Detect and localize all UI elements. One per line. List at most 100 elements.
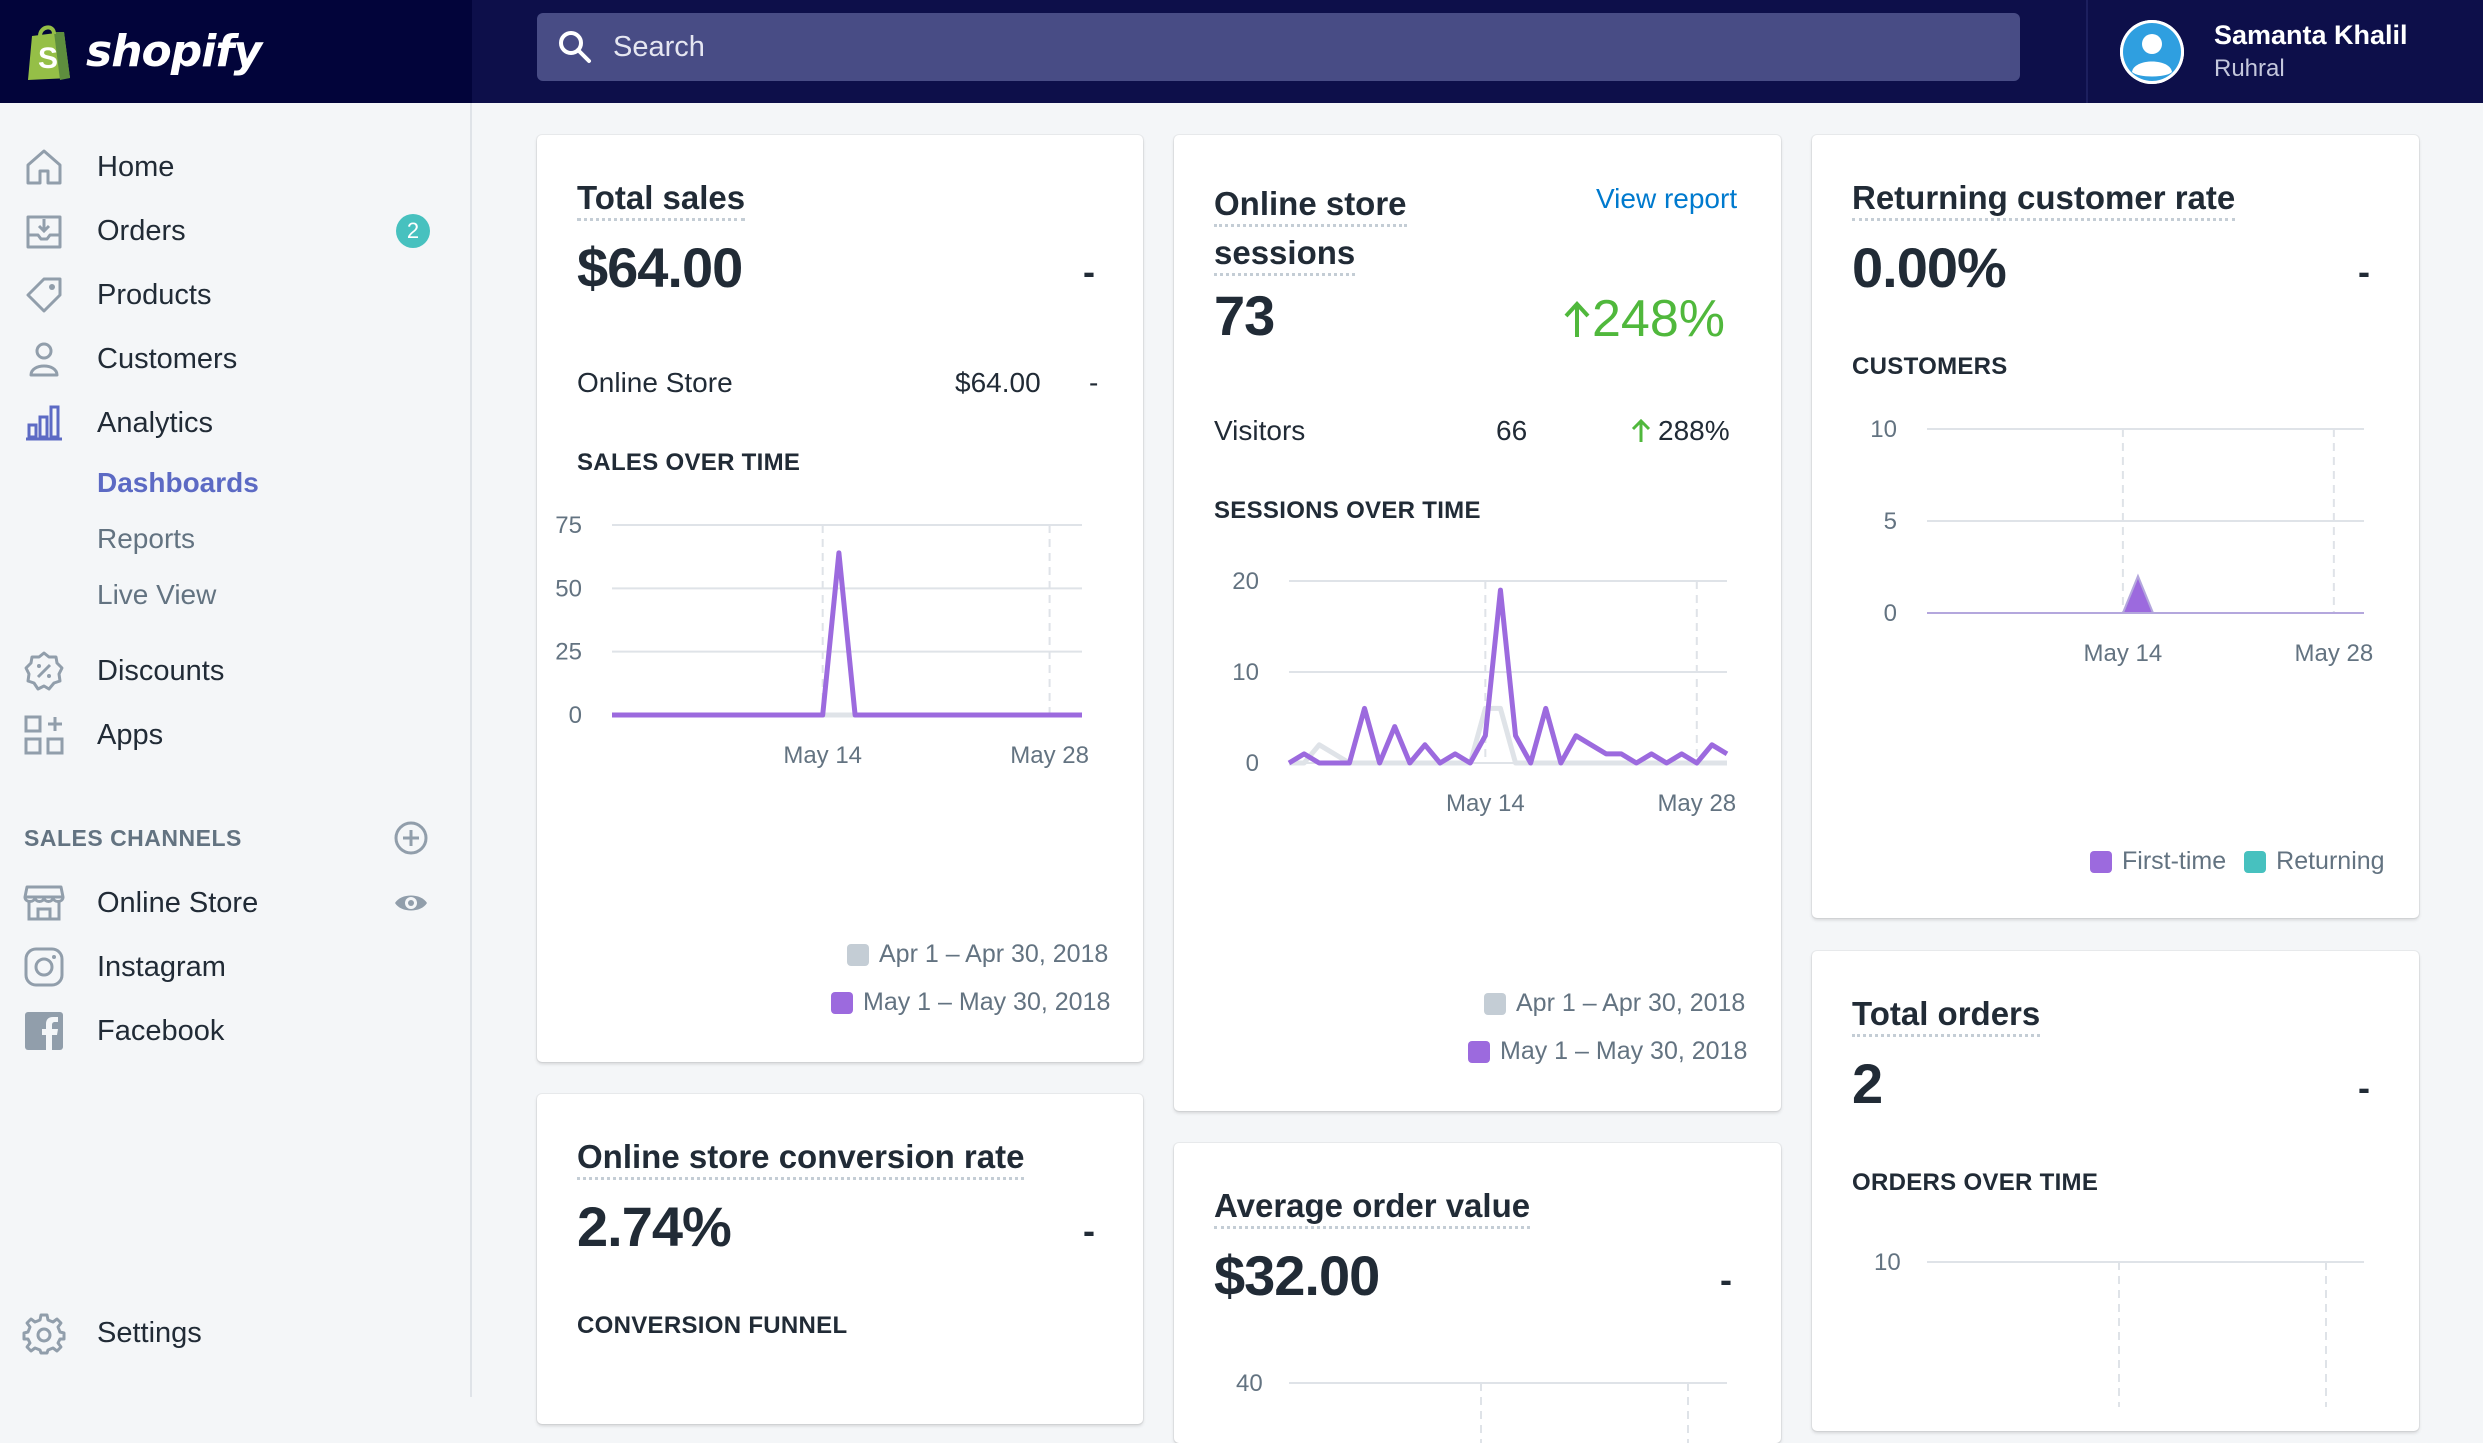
y-tick-label: 0 bbox=[569, 702, 582, 729]
orders-over-time-heading: ORDERS OVER TIME bbox=[1852, 1169, 2099, 1196]
total-sales-title[interactable]: Total sales bbox=[577, 179, 746, 221]
total-orders-card: Total orders 2 - ORDERS OVER TIME 10 bbox=[1812, 951, 2419, 1431]
sidebar-item-apps[interactable]: Apps bbox=[0, 707, 470, 763]
online-store-label: Online Store bbox=[577, 367, 733, 398]
total-sales-change: - bbox=[1083, 251, 1095, 292]
view-report-link[interactable]: View report bbox=[1596, 183, 1737, 215]
sidebar-subitem-dashboards[interactable]: Dashboards bbox=[0, 455, 470, 511]
sales-channels-heading: SALES CHANNELS bbox=[24, 825, 242, 851]
search-bar[interactable]: Search bbox=[537, 13, 2020, 81]
sidebar-item-label: Online Store bbox=[97, 886, 259, 919]
sidebar-item-label: Settings bbox=[97, 1316, 202, 1349]
orders-chart-stub: 10 bbox=[1874, 1249, 2364, 1407]
sidebar-subitem-label: Live View bbox=[97, 579, 217, 610]
y-tick-label: 75 bbox=[555, 512, 582, 539]
sidebar-item-label: Customers bbox=[97, 342, 238, 375]
legend-swatch-first-time bbox=[2090, 850, 2112, 873]
y-tick-label: 10 bbox=[1870, 416, 1897, 443]
x-tick-label: May 14 bbox=[1446, 790, 1525, 817]
aov-value: $32.00 bbox=[1214, 1244, 1380, 1307]
total-sales-value: $64.00 bbox=[577, 236, 743, 299]
user-menu[interactable]: Samanta Khalil Ruhral bbox=[2086, 0, 2483, 103]
search-placeholder: Search bbox=[613, 30, 705, 63]
shopify-bag-icon: S bbox=[28, 25, 70, 80]
arrow-up-icon bbox=[1564, 301, 1590, 337]
legend-label: May 1 – May 30, 2018 bbox=[1500, 1037, 1748, 1065]
sidebar-item-online-store[interactable]: Online Store bbox=[0, 875, 470, 931]
arrow-up-icon bbox=[1631, 418, 1651, 442]
total-orders-change: - bbox=[2358, 1067, 2370, 1108]
visitors-value: 66 bbox=[1496, 415, 1528, 446]
sidebar-item-orders[interactable]: Orders 2 bbox=[0, 203, 470, 259]
y-tick-label: 10 bbox=[1874, 1249, 1901, 1276]
sidebar-item-settings[interactable]: Settings bbox=[0, 1305, 470, 1361]
sidebar-item-discounts[interactable]: Discounts bbox=[0, 643, 470, 699]
legend-swatch-previous bbox=[1484, 992, 1506, 1015]
y-tick-label: 25 bbox=[555, 639, 582, 666]
sidebar-item-home[interactable]: Home bbox=[0, 139, 470, 195]
sidebar: Home Orders 2 Products Customers Analyti… bbox=[0, 103, 472, 1397]
x-tick-label: May 28 bbox=[1010, 742, 1089, 769]
y-tick-label: 50 bbox=[555, 575, 582, 602]
orders-count-badge: 2 bbox=[396, 214, 430, 248]
sidebar-item-label: Home bbox=[97, 150, 175, 183]
customers-legend: First-time Returning bbox=[2090, 847, 2385, 876]
aov-title[interactable]: Average order value bbox=[1214, 1187, 1531, 1229]
customer-icon bbox=[29, 342, 59, 377]
facebook-icon bbox=[25, 1012, 63, 1050]
sales-over-time-heading: SALES OVER TIME bbox=[577, 449, 801, 476]
aov-change: - bbox=[1720, 1259, 1732, 1300]
sidebar-subitem-live-view[interactable]: Live View bbox=[0, 567, 470, 623]
add-channel-icon[interactable] bbox=[392, 819, 430, 857]
apps-icon bbox=[24, 715, 64, 755]
sidebar-item-label: Discounts bbox=[97, 654, 225, 687]
sidebar-item-facebook[interactable]: Facebook bbox=[0, 1003, 470, 1059]
conversion-funnel-heading: CONVERSION FUNNEL bbox=[577, 1312, 848, 1339]
legend-label: First-time bbox=[2122, 847, 2227, 875]
shop-name: Ruhral bbox=[2214, 55, 2285, 82]
legend-previous: Apr 1 – Apr 30, 2018 bbox=[847, 940, 1108, 969]
returning-title[interactable]: Returning customer rate bbox=[1852, 179, 2236, 221]
total-orders-title[interactable]: Total orders bbox=[1852, 995, 2041, 1037]
orders-icon bbox=[26, 215, 62, 249]
x-tick-label: May 14 bbox=[2084, 640, 2163, 667]
top-bar: S shopify Search Samanta Khalil Ruhral bbox=[0, 0, 2483, 103]
sidebar-item-products[interactable]: Products bbox=[0, 267, 470, 323]
y-tick-label: 0 bbox=[1884, 600, 1897, 627]
legend-label: Apr 1 – Apr 30, 2018 bbox=[1516, 989, 1746, 1017]
sessions-value: 73 bbox=[1214, 284, 1275, 347]
conversion-title[interactable]: Online store conversion rate bbox=[577, 1138, 1025, 1180]
sidebar-item-instagram[interactable]: Instagram bbox=[0, 939, 470, 995]
returning-change: - bbox=[2358, 251, 2370, 292]
search-icon bbox=[559, 31, 591, 63]
sidebar-subitem-label: Dashboards bbox=[97, 467, 259, 498]
visitors-growth-value: 288% bbox=[1658, 415, 1730, 446]
y-tick-label: 5 bbox=[1884, 508, 1897, 535]
x-tick-label: May 28 bbox=[2295, 640, 2374, 667]
y-tick-label: 40 bbox=[1236, 1370, 1263, 1397]
conversion-value: 2.74% bbox=[577, 1195, 732, 1258]
gear-icon bbox=[22, 1313, 66, 1355]
sales-over-time-chart: 0 25 50 75 May 14 May 28 bbox=[555, 512, 1089, 769]
sidebar-item-label: Analytics bbox=[97, 406, 214, 439]
visitors-growth: 288% bbox=[1630, 415, 1730, 447]
returning-customer-rate-card: Returning customer rate 0.00% - CUSTOMER… bbox=[1812, 135, 2419, 918]
sidebar-subitem-reports[interactable]: Reports bbox=[0, 511, 470, 567]
sessions-title[interactable]: Online store sessions bbox=[1214, 179, 1407, 277]
sessions-growth-value: 248% bbox=[1592, 290, 1725, 348]
online-store-change: - bbox=[1089, 367, 1099, 398]
sessions-over-time-chart: 0 10 20 May 14 May 28 bbox=[1232, 568, 1736, 817]
x-tick-label: May 28 bbox=[1657, 790, 1736, 817]
legend-previous: Apr 1 – Apr 30, 2018 bbox=[1484, 989, 1745, 1018]
logo[interactable]: S shopify bbox=[0, 0, 472, 103]
visitors-label: Visitors bbox=[1214, 415, 1306, 446]
legend-swatch-returning bbox=[2244, 850, 2267, 873]
sessions-over-time-heading: SESSIONS OVER TIME bbox=[1214, 497, 1481, 524]
discount-icon bbox=[24, 651, 64, 691]
eye-icon[interactable] bbox=[392, 884, 430, 922]
sidebar-item-analytics[interactable]: Analytics bbox=[0, 395, 470, 451]
sidebar-item-label: Instagram bbox=[97, 950, 226, 983]
sidebar-item-customers[interactable]: Customers bbox=[0, 331, 470, 387]
legend-label: May 1 – May 30, 2018 bbox=[863, 988, 1111, 1016]
store-icon bbox=[23, 885, 65, 921]
